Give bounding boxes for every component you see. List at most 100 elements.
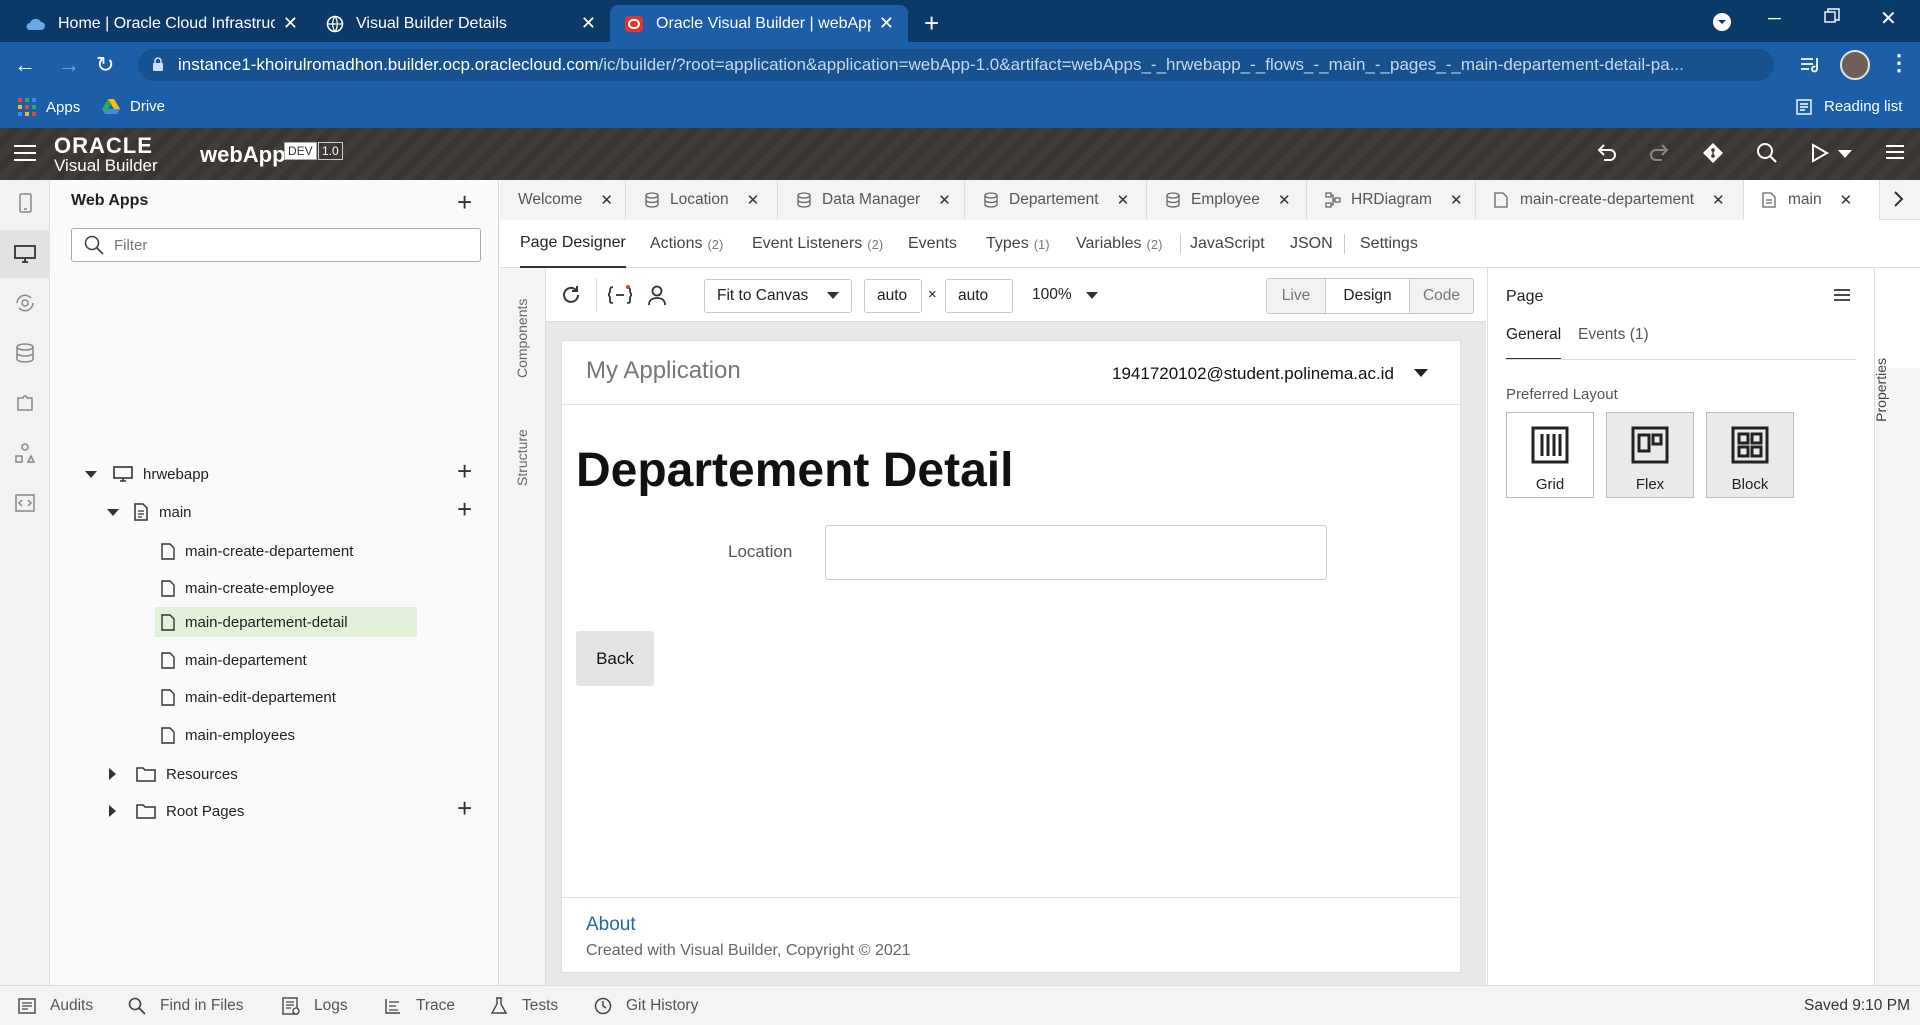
- editor-tab-welcome[interactable]: Welcome ✕: [500, 180, 626, 220]
- layout-flex-option[interactable]: Flex: [1606, 412, 1694, 498]
- structure-side-tab[interactable]: Structure: [514, 429, 530, 486]
- tree-node-root-pages[interactable]: Root Pages: [109, 796, 244, 826]
- back-button[interactable]: Back: [576, 631, 654, 686]
- find-in-files-button[interactable]: Find in Files: [128, 986, 244, 1025]
- subtab-actions[interactable]: Actions (2): [650, 220, 723, 268]
- components-icon[interactable]: [14, 392, 36, 414]
- collapse-caret-icon[interactable]: [109, 805, 116, 817]
- tests-button[interactable]: Tests: [490, 986, 558, 1025]
- processes-icon[interactable]: [14, 442, 36, 464]
- subtab-json[interactable]: JSON: [1290, 220, 1333, 268]
- properties-tab-events[interactable]: Events (1): [1578, 326, 1649, 344]
- browser-menu-icon[interactable]: ⋮: [1888, 50, 1910, 76]
- zoom-value[interactable]: 100%: [1032, 286, 1072, 304]
- layout-grid-option[interactable]: Grid: [1506, 412, 1594, 498]
- properties-menu-icon[interactable]: [1834, 288, 1850, 302]
- url-field[interactable]: instance1-khoirulromadhon.builder.ocp.or…: [138, 49, 1774, 81]
- close-icon[interactable]: ✕: [1712, 191, 1725, 209]
- hamburger-menu-icon[interactable]: [14, 144, 36, 162]
- close-tab-icon[interactable]: ✕: [581, 13, 596, 34]
- design-mode-button[interactable]: Design: [1326, 278, 1410, 314]
- services-icon[interactable]: [14, 292, 36, 314]
- refresh-icon[interactable]: [560, 284, 582, 306]
- tree-node-hrwebapp[interactable]: hrwebapp: [85, 459, 209, 489]
- tree-node-main[interactable]: main: [107, 497, 192, 527]
- zoom-chevron-icon[interactable]: [1086, 292, 1098, 300]
- app-menu-icon[interactable]: [1886, 142, 1910, 166]
- editor-tab-hrdiagram[interactable]: HRDiagram ✕: [1307, 180, 1476, 220]
- close-icon[interactable]: ✕: [1840, 191, 1853, 209]
- close-icon[interactable]: ✕: [600, 191, 613, 209]
- avatar[interactable]: [1840, 50, 1870, 80]
- fit-to-canvas-select[interactable]: Fit to Canvas: [704, 279, 852, 313]
- editor-tab-departement[interactable]: Departement ✕: [965, 180, 1147, 220]
- tree-page-item[interactable]: main-edit-departement: [161, 682, 336, 712]
- bookmark-apps[interactable]: Apps: [18, 98, 80, 116]
- variable-binding-icon[interactable]: [608, 284, 632, 306]
- location-field[interactable]: [825, 525, 1327, 580]
- mobile-apps-icon[interactable]: [14, 192, 36, 214]
- subtab-types[interactable]: Types (1): [986, 220, 1050, 268]
- forward-arrow-icon[interactable]: →: [58, 52, 80, 78]
- logs-button[interactable]: Logs: [282, 986, 348, 1025]
- editor-tab-main[interactable]: main ✕: [1744, 180, 1880, 220]
- bookmark-drive[interactable]: Drive: [102, 98, 165, 115]
- subtab-page-designer[interactable]: Page Designer: [520, 220, 626, 268]
- close-tab-icon[interactable]: ✕: [283, 13, 298, 34]
- expand-caret-icon[interactable]: [85, 470, 97, 478]
- run-options-chevron-icon[interactable]: [1838, 150, 1862, 174]
- search-icon[interactable]: [1756, 142, 1780, 166]
- properties-side-tab[interactable]: Properties: [1873, 358, 1889, 422]
- browser-tab-oci-home[interactable]: Home | Oracle Cloud Infrastructu ✕: [10, 5, 312, 42]
- reload-icon[interactable]: ↻: [96, 52, 114, 78]
- live-mode-button[interactable]: Live: [1266, 278, 1326, 314]
- back-arrow-icon[interactable]: ←: [14, 52, 36, 78]
- collapse-caret-icon[interactable]: [109, 768, 116, 780]
- undo-icon[interactable]: [1596, 142, 1620, 166]
- tree-page-item[interactable]: main-employees: [161, 720, 295, 750]
- business-objects-icon[interactable]: [14, 342, 36, 364]
- git-icon[interactable]: [1702, 142, 1726, 166]
- close-tab-icon[interactable]: ✕: [879, 13, 894, 34]
- close-window-icon[interactable]: ✕: [1880, 6, 1897, 31]
- filter-field[interactable]: [71, 228, 481, 262]
- add-root-page-button[interactable]: +: [457, 795, 472, 821]
- subtab-event-listeners[interactable]: Event Listeners (2): [752, 220, 883, 268]
- reading-list-button[interactable]: Reading list: [1796, 98, 1902, 115]
- expand-caret-icon[interactable]: [107, 508, 119, 516]
- properties-tab-general[interactable]: General: [1506, 326, 1562, 360]
- tree-page-item[interactable]: main-create-employee: [161, 573, 334, 603]
- audits-button[interactable]: Audits: [18, 986, 93, 1025]
- close-icon[interactable]: ✕: [1117, 191, 1130, 209]
- close-icon[interactable]: ✕: [1450, 191, 1463, 209]
- run-icon[interactable]: [1808, 142, 1832, 166]
- tabs-scroll-right-icon[interactable]: [1892, 190, 1904, 208]
- subtab-variables[interactable]: Variables (2): [1076, 220, 1162, 268]
- editor-tab-employee[interactable]: Employee ✕: [1147, 180, 1307, 220]
- subtab-settings[interactable]: Settings: [1360, 220, 1418, 268]
- browser-tab-visual-builder[interactable]: Oracle Visual Builder | webApp-1 ✕: [610, 5, 908, 42]
- browser-tab-vb-details[interactable]: Visual Builder Details ✕: [312, 5, 610, 42]
- web-apps-rail-item[interactable]: [0, 230, 50, 278]
- add-page-button[interactable]: +: [457, 496, 472, 522]
- canvas-width-input[interactable]: auto: [864, 279, 922, 313]
- filter-input[interactable]: [114, 236, 454, 254]
- close-icon[interactable]: ✕: [747, 191, 760, 209]
- redo-icon[interactable]: [1648, 142, 1672, 166]
- user-role-icon[interactable]: [646, 284, 668, 306]
- tree-node-resources[interactable]: Resources: [109, 759, 238, 789]
- tab-search-icon[interactable]: [1712, 12, 1732, 32]
- layout-block-option[interactable]: Block: [1706, 412, 1794, 498]
- git-history-button[interactable]: Git History: [594, 986, 698, 1025]
- tree-page-item[interactable]: main-departement: [161, 645, 307, 675]
- subtab-events[interactable]: Events: [908, 220, 957, 268]
- editor-tab-data-manager[interactable]: Data Manager ✕: [778, 180, 965, 220]
- code-mode-button[interactable]: Code: [1410, 278, 1474, 314]
- close-icon[interactable]: ✕: [938, 191, 951, 209]
- about-link[interactable]: About: [586, 914, 636, 936]
- canvas-height-input[interactable]: auto: [945, 279, 1013, 313]
- minimize-icon[interactable]: ─: [1768, 8, 1781, 29]
- user-menu-chevron-icon[interactable]: [1414, 369, 1428, 377]
- editor-tab-main-create-departement[interactable]: main-create-departement ✕: [1476, 180, 1744, 220]
- source-code-icon[interactable]: [14, 492, 36, 514]
